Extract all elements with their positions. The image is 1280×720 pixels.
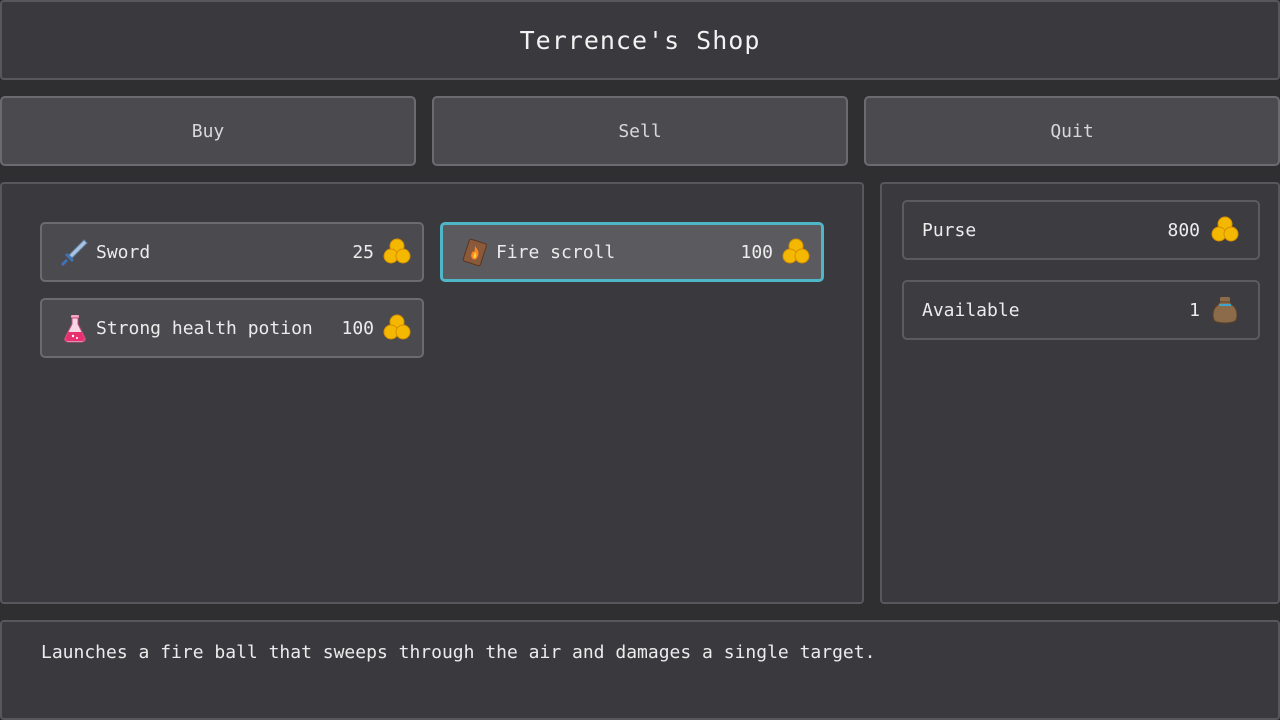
title-bar: Terrence's Shop — [0, 0, 1280, 80]
fire-scroll-icon — [460, 237, 490, 267]
item-name: Strong health potion — [96, 317, 313, 339]
item-strong-health-potion[interactable]: Strong health potion 100 — [40, 298, 424, 358]
potion-icon — [60, 313, 90, 343]
item-description: Launches a fire ball that sweeps through… — [41, 642, 876, 663]
item-sword[interactable]: Sword 25 — [40, 222, 424, 282]
buy-button[interactable]: Buy — [0, 96, 416, 166]
gold-coins-icon — [1210, 215, 1240, 245]
item-list-panel: Sword 25 Fire scroll 100 Strong health p… — [0, 182, 864, 604]
bag-icon — [1210, 295, 1240, 325]
quit-button[interactable]: Quit — [864, 96, 1280, 166]
purse-value: 800 — [1167, 219, 1200, 241]
sword-icon — [60, 237, 90, 267]
item-name: Sword — [96, 241, 151, 263]
item-price: 100 — [740, 241, 773, 263]
item-fire-scroll[interactable]: Fire scroll 100 — [440, 222, 824, 282]
gold-coins-icon — [382, 313, 412, 343]
gold-coins-icon — [781, 237, 811, 267]
purse-label: Purse — [922, 219, 977, 241]
purse-row: Purse 800 — [902, 200, 1260, 260]
available-value: 1 — [1189, 299, 1200, 321]
description-panel: Launches a fire ball that sweeps through… — [0, 620, 1280, 720]
item-price: 100 — [341, 317, 374, 339]
item-name: Fire scroll — [496, 241, 616, 263]
available-label: Available — [922, 299, 1020, 321]
available-row: Available 1 — [902, 280, 1260, 340]
gold-coins-icon — [382, 237, 412, 267]
sell-button[interactable]: Sell — [432, 96, 848, 166]
shop-title: Terrence's Shop — [519, 25, 761, 55]
player-info-panel: Purse 800 Available 1 — [880, 182, 1280, 604]
item-price: 25 — [352, 241, 374, 263]
